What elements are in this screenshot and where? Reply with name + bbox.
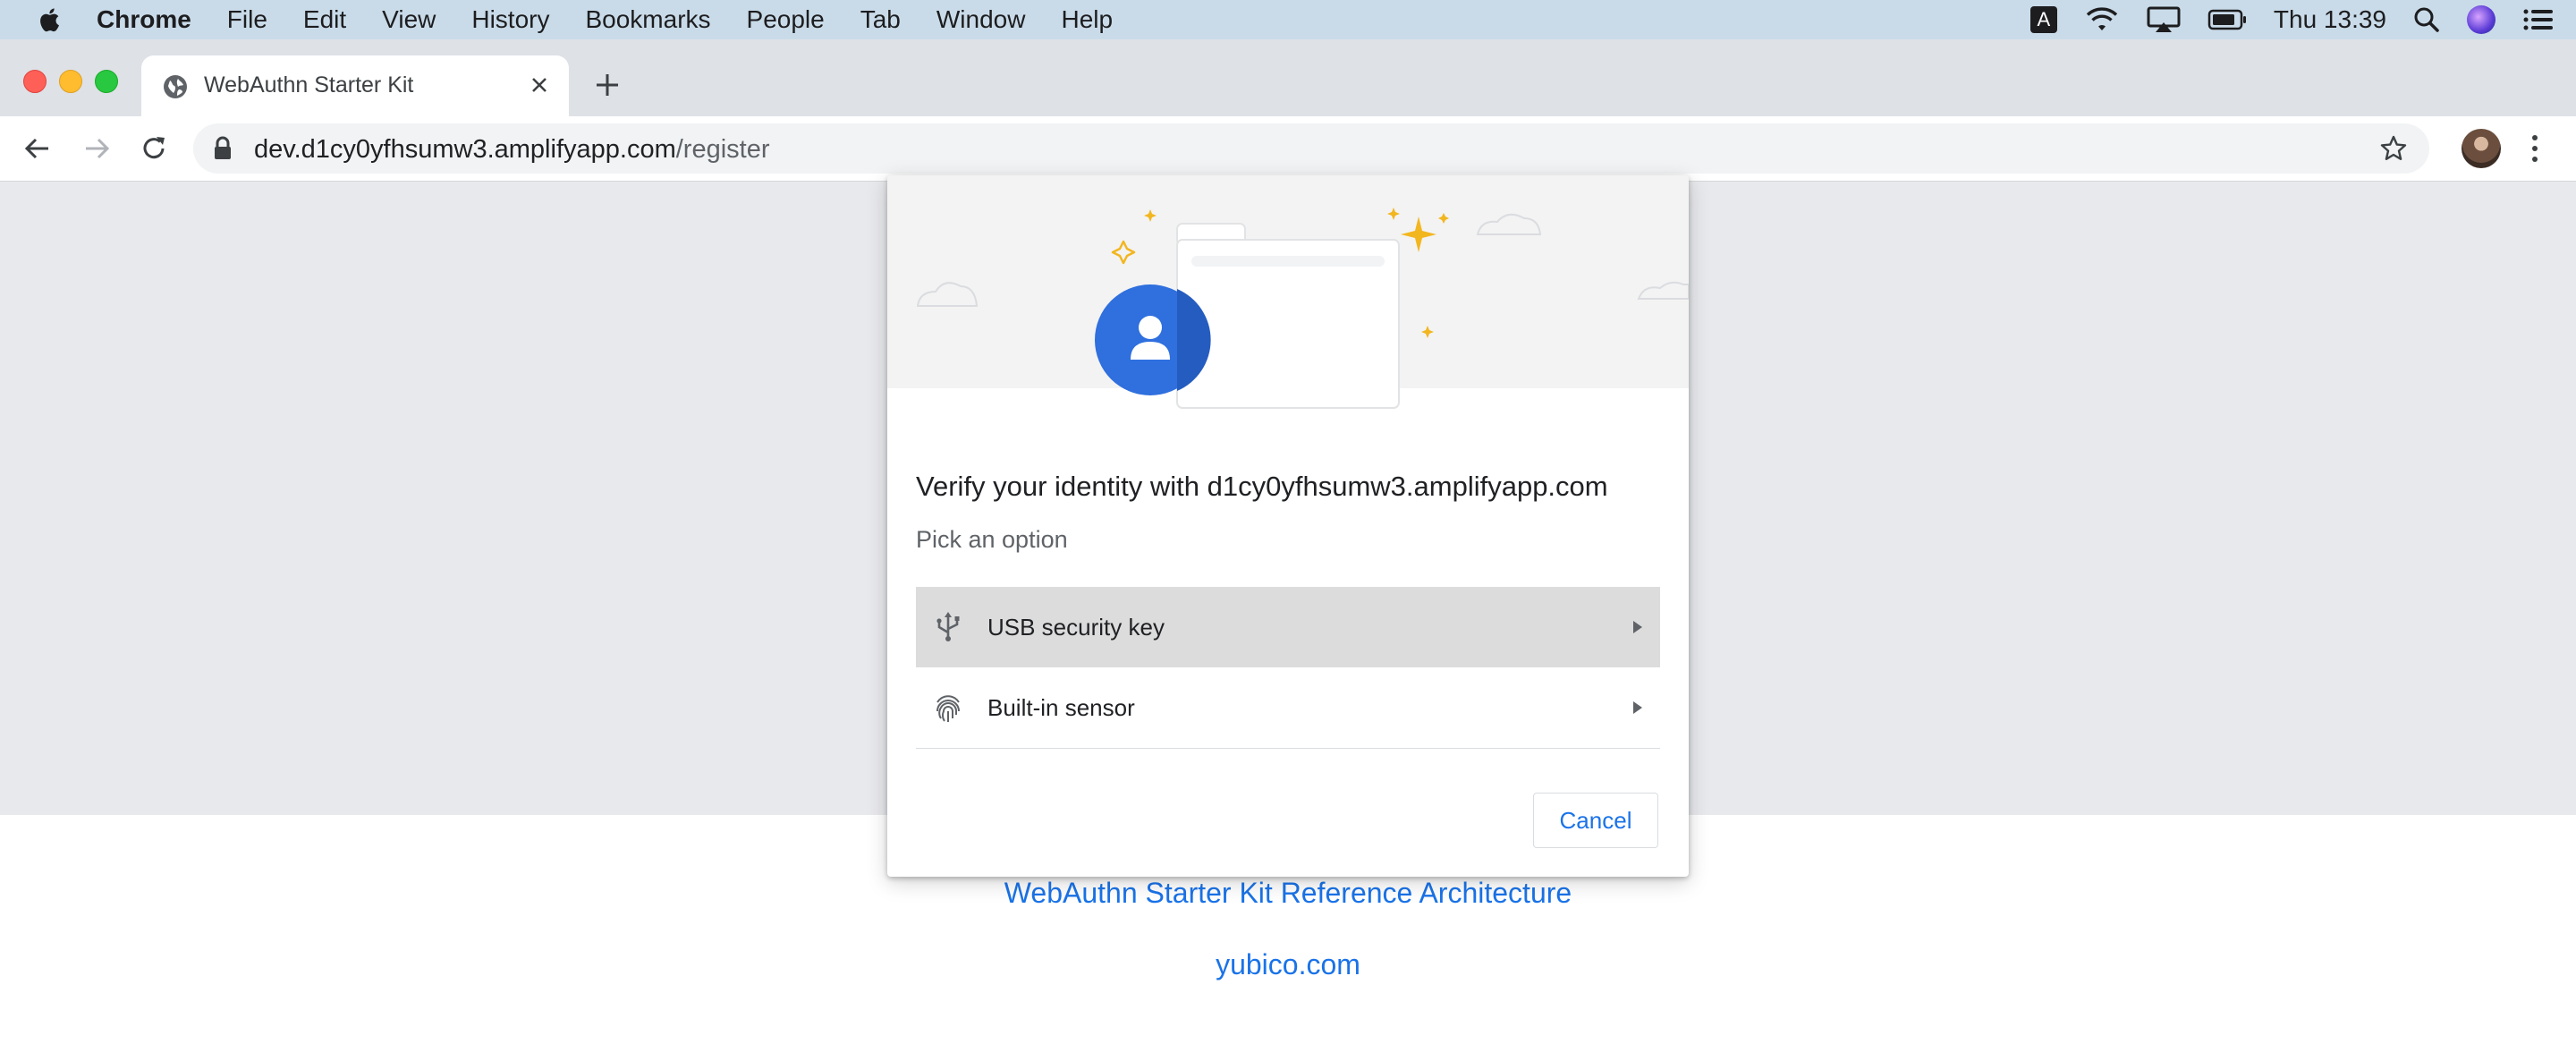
chevron-right-icon xyxy=(1633,701,1642,714)
reload-icon[interactable] xyxy=(138,132,170,165)
address-bar[interactable]: dev.d1cy0yfhsumw3.amplifyapp.com/registe… xyxy=(193,123,2429,174)
menu-view[interactable]: View xyxy=(382,5,436,34)
status-area: A Thu 13:39 xyxy=(2004,0,2555,39)
chevron-right-icon xyxy=(1633,621,1642,633)
menu-app-name[interactable]: Chrome xyxy=(97,5,191,34)
url-host: dev.d1cy0yfhsumw3.amplifyapp.com xyxy=(254,135,676,164)
dialog-illustration xyxy=(887,175,1689,409)
menu-list: Chrome File Edit View History Bookmarks … xyxy=(97,0,1148,39)
profile-avatar[interactable] xyxy=(2462,129,2501,168)
reference-architecture-link[interactable]: WebAuthn Starter Kit Reference Architect… xyxy=(0,877,2576,910)
input-source-indicator[interactable]: A xyxy=(2029,6,2057,33)
more-menu-icon[interactable] xyxy=(2526,132,2544,165)
spotlight-icon[interactable] xyxy=(2413,6,2440,33)
siri-icon[interactable] xyxy=(2467,5,2496,34)
apple-icon[interactable] xyxy=(36,4,64,35)
clock[interactable]: Thu 13:39 xyxy=(2274,5,2386,34)
option-usb-label: USB security key xyxy=(987,614,1165,641)
window-close-button[interactable] xyxy=(23,70,47,93)
browser-tab-active[interactable]: WebAuthn Starter Kit xyxy=(141,55,569,116)
dialog-title: Verify your identity with d1cy0yfhsumw3.… xyxy=(916,471,1608,502)
lock-icon[interactable] xyxy=(213,136,233,161)
new-tab-icon[interactable] xyxy=(594,72,621,98)
option-built-in-sensor[interactable]: Built-in sensor xyxy=(916,667,1660,749)
option-sensor-label: Built-in sensor xyxy=(987,694,1135,721)
reference-architecture-link-text[interactable]: WebAuthn Starter Kit Reference Architect… xyxy=(1004,877,1572,909)
webauthn-dialog: Verify your identity with d1cy0yfhsumw3.… xyxy=(887,175,1689,877)
usb-icon xyxy=(936,612,960,641)
fingerprint-icon xyxy=(936,695,960,722)
option-usb-security-key[interactable]: USB security key xyxy=(916,587,1660,667)
menu-help[interactable]: Help xyxy=(1061,5,1113,34)
battery-icon[interactable] xyxy=(2207,8,2247,31)
menu-window[interactable]: Window xyxy=(936,5,1026,34)
window-zoom-button[interactable] xyxy=(95,70,118,93)
menu-history[interactable]: History xyxy=(471,5,549,34)
cancel-button[interactable]: Cancel xyxy=(1533,793,1658,848)
macos-menu-bar: Chrome File Edit View History Bookmarks … xyxy=(0,0,2576,39)
menu-bookmarks[interactable]: Bookmarks xyxy=(585,5,710,34)
menu-file[interactable]: File xyxy=(227,5,267,34)
back-arrow-icon[interactable] xyxy=(21,132,54,165)
forward-arrow-icon[interactable] xyxy=(80,132,113,165)
yubico-link[interactable]: yubico.com xyxy=(0,948,2576,981)
menu-edit[interactable]: Edit xyxy=(303,5,346,34)
menu-people[interactable]: People xyxy=(747,5,825,34)
browser-toolbar: dev.d1cy0yfhsumw3.amplifyapp.com/registe… xyxy=(0,116,2576,182)
url-text[interactable]: dev.d1cy0yfhsumw3.amplifyapp.com/registe… xyxy=(254,135,770,165)
tab-close-icon[interactable] xyxy=(526,72,553,98)
dialog-subtitle: Pick an option xyxy=(916,526,1068,553)
control-center-icon[interactable] xyxy=(2522,7,2555,32)
url-path: /register xyxy=(675,135,770,164)
globe-icon xyxy=(164,75,187,98)
airplay-icon[interactable] xyxy=(2147,6,2181,33)
bookmark-star-icon[interactable] xyxy=(2379,134,2408,163)
wifi-icon[interactable] xyxy=(2084,6,2120,33)
tab-title: WebAuthn Starter Kit xyxy=(204,72,414,98)
window-minimize-button[interactable] xyxy=(59,70,82,93)
security-key-illustration xyxy=(916,208,1689,409)
yubico-link-text[interactable]: yubico.com xyxy=(1216,948,1360,980)
menu-tab[interactable]: Tab xyxy=(860,5,901,34)
